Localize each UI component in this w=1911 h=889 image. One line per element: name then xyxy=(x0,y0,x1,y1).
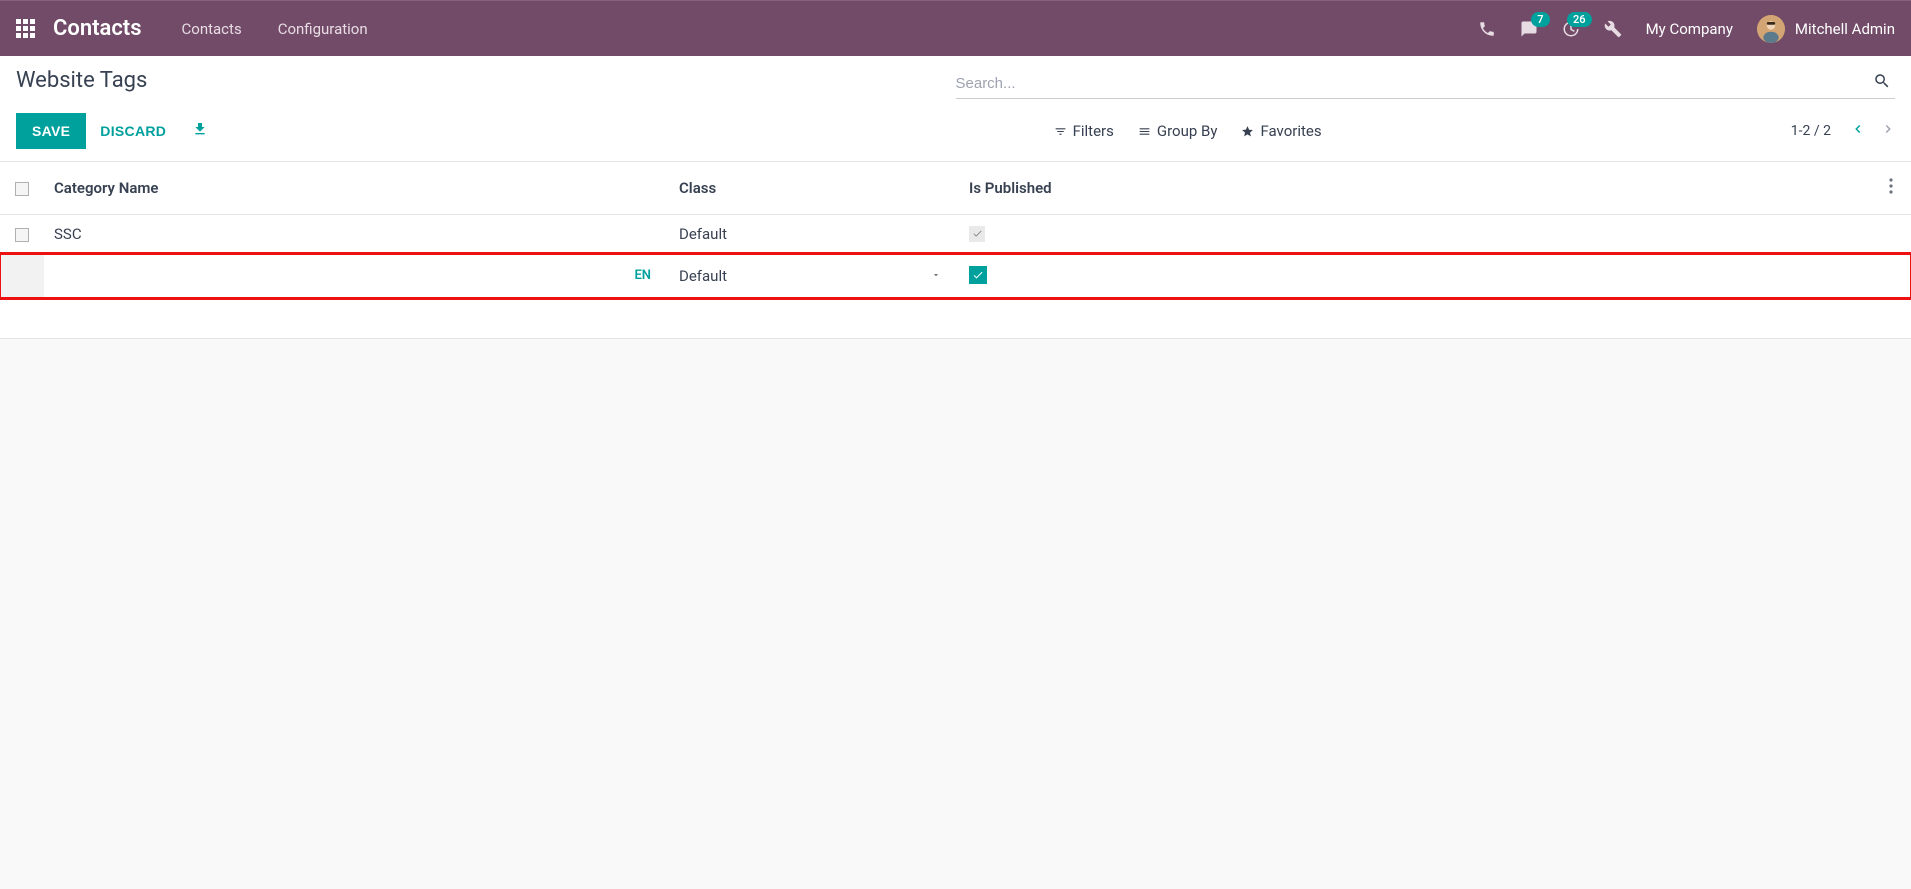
pager-next[interactable] xyxy=(1881,122,1895,140)
discard-button[interactable]: DISCARD xyxy=(100,123,166,139)
table-header-row: Category Name Class Is Published xyxy=(0,162,1911,215)
company-selector[interactable]: My Company xyxy=(1646,20,1733,38)
chevron-down-icon xyxy=(931,268,941,284)
activities-badge: 26 xyxy=(1567,12,1592,27)
search-bar[interactable] xyxy=(956,68,1896,99)
search-input[interactable] xyxy=(956,69,1870,98)
control-panel: Website Tags SAVE DISCARD Filters xyxy=(0,56,1911,162)
col-header-name[interactable]: Category Name xyxy=(44,162,669,215)
filters-button[interactable]: Filters xyxy=(1054,122,1114,140)
col-header-class[interactable]: Class xyxy=(669,162,959,215)
row-checkbox[interactable] xyxy=(15,228,29,242)
columns-menu-icon[interactable] xyxy=(1889,180,1893,198)
app-brand[interactable]: Contacts xyxy=(53,16,142,41)
search-icon[interactable] xyxy=(1869,68,1895,98)
groupby-label: Group By xyxy=(1157,122,1218,140)
pager-text[interactable]: 1-2 / 2 xyxy=(1791,123,1831,139)
table-edit-row[interactable]: EN Default xyxy=(0,254,1911,298)
messages-badge: 7 xyxy=(1531,12,1549,27)
table-footer-gap xyxy=(0,299,1911,339)
favorites-label: Favorites xyxy=(1260,122,1321,140)
phone-icon[interactable] xyxy=(1478,20,1496,38)
save-button[interactable]: SAVE xyxy=(16,113,86,149)
select-all-checkbox[interactable] xyxy=(15,182,29,196)
cell-class[interactable]: Default xyxy=(669,215,959,254)
cell-name[interactable]: SSC xyxy=(44,215,669,254)
col-header-published[interactable]: Is Published xyxy=(959,162,1871,215)
export-icon[interactable] xyxy=(192,121,208,141)
filters-label: Filters xyxy=(1073,122,1114,140)
name-input[interactable] xyxy=(54,263,634,288)
class-select[interactable]: Default xyxy=(679,267,949,285)
apps-icon[interactable] xyxy=(16,19,35,38)
pager-prev[interactable] xyxy=(1851,122,1865,140)
groupby-button[interactable]: Group By xyxy=(1138,122,1218,140)
avatar xyxy=(1757,15,1785,43)
nav-contacts[interactable]: Contacts xyxy=(182,20,242,38)
username: Mitchell Admin xyxy=(1795,20,1895,38)
nav-configuration[interactable]: Configuration xyxy=(278,20,368,38)
debug-icon[interactable] xyxy=(1604,20,1622,38)
language-badge[interactable]: EN xyxy=(634,268,659,283)
check-icon xyxy=(969,226,985,242)
activities-icon[interactable]: 26 xyxy=(1562,20,1580,38)
user-menu[interactable]: Mitchell Admin xyxy=(1757,15,1895,43)
class-select-value: Default xyxy=(679,267,727,285)
page-title: Website Tags xyxy=(16,68,956,93)
published-checkbox[interactable] xyxy=(969,266,987,284)
top-navbar: Contacts Contacts Configuration 7 26 My … xyxy=(0,0,1911,56)
favorites-button[interactable]: Favorites xyxy=(1241,122,1321,140)
cell-published[interactable] xyxy=(959,215,1871,254)
table-row[interactable]: SSC Default xyxy=(0,215,1911,254)
messages-icon[interactable]: 7 xyxy=(1520,20,1538,38)
records-table: Category Name Class Is Published SSC Def… xyxy=(0,162,1911,299)
